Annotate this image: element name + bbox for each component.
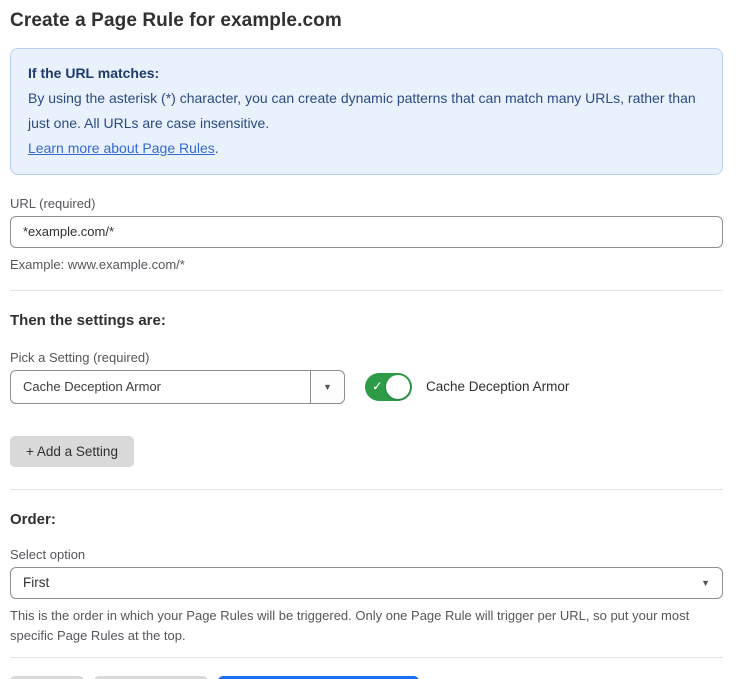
toggle-knob <box>386 375 410 399</box>
setting-picker-dropdown[interactable]: Cache Deception Armor ▼ <box>10 370 345 404</box>
learn-more-link[interactable]: Learn more about Page Rules <box>28 140 215 156</box>
url-matches-info-box: If the URL matches: By using the asteris… <box>10 48 723 175</box>
url-input[interactable] <box>10 216 723 248</box>
url-field-helper: Example: www.example.com/* <box>10 255 723 275</box>
setting-picker-value: Cache Deception Armor <box>11 371 310 403</box>
info-box-body: By using the asterisk (*) character, you… <box>28 86 705 136</box>
pick-setting-label: Pick a Setting (required) <box>10 350 723 365</box>
page-title: Create a Page Rule for example.com <box>10 10 723 32</box>
divider <box>10 489 723 490</box>
create-page-rule-form: Create a Page Rule for example.com If th… <box>0 0 750 679</box>
order-helper-text: This is the order in which your Page Rul… <box>10 606 723 646</box>
order-select[interactable]: First ▼ <box>10 567 723 599</box>
caret-down-icon[interactable]: ▼ <box>310 371 344 403</box>
info-box-heading: If the URL matches: <box>28 61 705 86</box>
settings-section-heading: Then the settings are: <box>10 312 723 329</box>
order-select-label: Select option <box>10 547 723 562</box>
order-section-heading: Order: <box>10 511 723 528</box>
setting-toggle-label: Cache Deception Armor <box>426 379 569 394</box>
check-icon: ✓ <box>372 378 383 394</box>
url-field-label: URL (required) <box>10 196 723 211</box>
divider <box>10 290 723 291</box>
caret-down-icon: ▼ <box>701 578 710 588</box>
setting-toggle-on[interactable]: ✓ <box>365 373 412 401</box>
order-select-value: First <box>23 575 701 590</box>
add-setting-button[interactable]: + Add a Setting <box>10 436 134 467</box>
divider <box>10 657 723 658</box>
link-suffix: . <box>215 140 219 156</box>
info-box-link-line: Learn more about Page Rules. <box>28 136 705 161</box>
setting-row: Cache Deception Armor ▼ ✓ Cache Deceptio… <box>10 370 723 404</box>
